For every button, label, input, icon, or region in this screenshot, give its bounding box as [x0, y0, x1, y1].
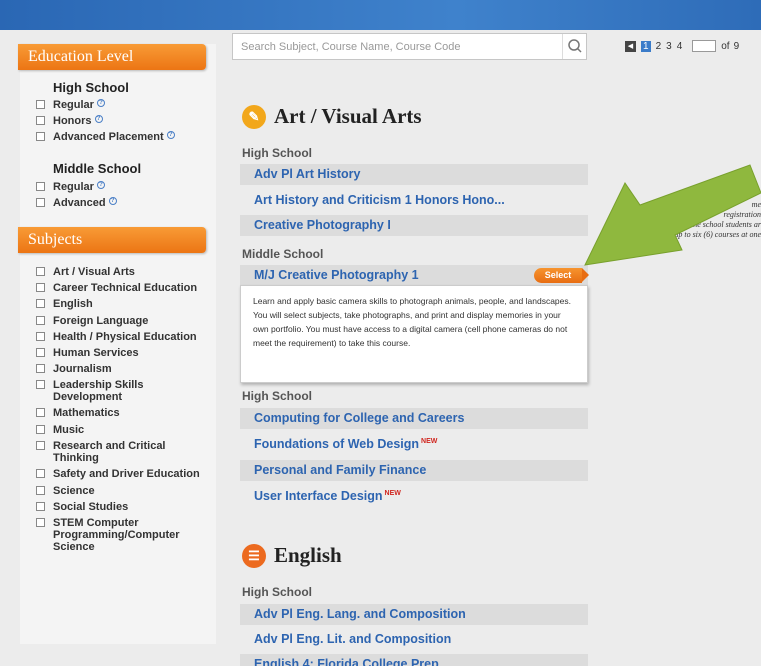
- checkbox[interactable]: [36, 425, 45, 434]
- page-number-input[interactable]: [692, 40, 717, 52]
- course-row[interactable]: Computing for College and Careers: [240, 408, 588, 429]
- checkbox[interactable]: [36, 132, 45, 141]
- search-icon: [568, 39, 582, 53]
- course-row[interactable]: Adv Pl Eng. Lit. and Composition: [240, 629, 588, 650]
- level-label: High School: [242, 389, 312, 403]
- new-badge: NEW: [384, 490, 401, 497]
- subject-cte[interactable]: Career Technical Education: [36, 282, 197, 294]
- page-link-2[interactable]: 2: [656, 41, 662, 52]
- checkbox[interactable]: [36, 182, 45, 191]
- page-total: 9: [733, 40, 740, 52]
- subject-art[interactable]: Art / Visual Arts: [36, 266, 135, 278]
- course-row[interactable]: Art History and Criticism 1 Honors Hono.…: [240, 190, 588, 211]
- level-label: High School: [242, 585, 312, 599]
- help-icon[interactable]: ?: [166, 131, 175, 139]
- checkbox[interactable]: [36, 116, 45, 125]
- help-icon[interactable]: ?: [96, 99, 105, 107]
- checkbox[interactable]: [36, 267, 45, 276]
- subject-mathematics[interactable]: Mathematics: [36, 407, 120, 419]
- checkbox[interactable]: [36, 198, 45, 207]
- filter-hs-ap[interactable]: Advanced Placement?: [36, 131, 175, 143]
- high-school-heading: High School: [53, 80, 129, 95]
- subject-leadership[interactable]: Leadership Skills Development: [36, 379, 186, 403]
- level-label: High School: [242, 146, 312, 160]
- filter-hs-honors[interactable]: Honors?: [36, 115, 103, 127]
- course-row[interactable]: Creative Photography I: [240, 215, 588, 236]
- filter-hs-regular[interactable]: Regular?: [36, 99, 105, 111]
- subject-english[interactable]: English: [36, 298, 93, 310]
- level-label: Middle School: [242, 247, 324, 261]
- subject-human-services[interactable]: Human Services: [36, 347, 139, 359]
- course-row[interactable]: Adv Pl Art History: [240, 164, 588, 185]
- help-icon[interactable]: ?: [96, 181, 105, 189]
- checkbox[interactable]: [36, 408, 45, 417]
- course-row[interactable]: Adv Pl Eng. Lang. and Composition: [240, 604, 588, 625]
- subject-music[interactable]: Music: [36, 424, 84, 436]
- book-icon: ☰: [242, 543, 266, 568]
- search-input[interactable]: Search Subject, Course Name, Course Code: [232, 33, 587, 60]
- subject-health-pe[interactable]: Health / Physical Education: [36, 331, 197, 343]
- green-arrow-icon: [584, 164, 761, 266]
- course-row-selected[interactable]: M/J Creative Photography 1 Select: [240, 265, 589, 286]
- subject-social-studies[interactable]: Social Studies: [36, 501, 128, 513]
- prev-page-icon[interactable]: ◀: [625, 40, 636, 52]
- pagination: ◀ 1 2 3 4 of 9: [625, 40, 739, 52]
- help-icon[interactable]: ?: [94, 115, 103, 123]
- checkbox[interactable]: [36, 316, 45, 325]
- course-row[interactable]: Foundations of Web Design NEW: [240, 434, 588, 455]
- pencil-icon: ✎: [242, 104, 266, 129]
- page-link-3[interactable]: 3: [666, 41, 672, 52]
- top-header-bar: [0, 0, 761, 30]
- section-title-art: ✎ Art / Visual Arts: [242, 104, 422, 129]
- page-of-label: of: [721, 40, 730, 52]
- subjects-header: Subjects: [18, 227, 206, 253]
- checkbox[interactable]: [36, 502, 45, 511]
- new-badge: NEW: [421, 438, 438, 445]
- checkbox[interactable]: [36, 299, 45, 308]
- checkbox[interactable]: [36, 469, 45, 478]
- checkbox[interactable]: [36, 348, 45, 357]
- checkbox[interactable]: [36, 441, 45, 450]
- checkbox[interactable]: [36, 100, 45, 109]
- page-link-1[interactable]: 1: [641, 40, 651, 52]
- filter-ms-regular[interactable]: Regular?: [36, 181, 105, 193]
- subject-stem[interactable]: STEM Computer Programming/Computer Scien…: [36, 517, 180, 553]
- checkbox[interactable]: [36, 486, 45, 495]
- course-row[interactable]: Personal and Family Finance: [240, 460, 588, 481]
- search-placeholder: Search Subject, Course Name, Course Code: [241, 41, 461, 53]
- help-icon[interactable]: ?: [108, 197, 117, 205]
- checkbox[interactable]: [36, 332, 45, 341]
- page-link-4[interactable]: 4: [677, 41, 683, 52]
- education-level-header: Education Level: [18, 44, 206, 70]
- section-title-english: ☰ English: [242, 543, 342, 568]
- select-button[interactable]: Select: [534, 268, 589, 283]
- checkbox[interactable]: [36, 283, 45, 292]
- subject-journalism[interactable]: Journalism: [36, 363, 112, 375]
- subject-safety-driver-ed[interactable]: Safety and Driver Education: [36, 468, 200, 480]
- subject-foreign-language[interactable]: Foreign Language: [36, 315, 148, 327]
- filter-ms-advanced[interactable]: Advanced?: [36, 197, 117, 209]
- checkbox[interactable]: [36, 518, 45, 527]
- subject-science[interactable]: Science: [36, 485, 95, 497]
- middle-school-heading: Middle School: [53, 161, 142, 176]
- filter-sidebar: Education Level High School Regular? Hon…: [18, 44, 216, 644]
- search-button[interactable]: [562, 34, 586, 59]
- checkbox[interactable]: [36, 364, 45, 373]
- course-row[interactable]: English 4: Florida College Prep: [240, 654, 588, 666]
- course-description-popup: Learn and apply basic camera skills to p…: [240, 285, 588, 383]
- course-row[interactable]: User Interface Design NEW: [240, 486, 588, 507]
- checkbox[interactable]: [36, 380, 45, 389]
- subject-research[interactable]: Research and Critical Thinking: [36, 440, 186, 464]
